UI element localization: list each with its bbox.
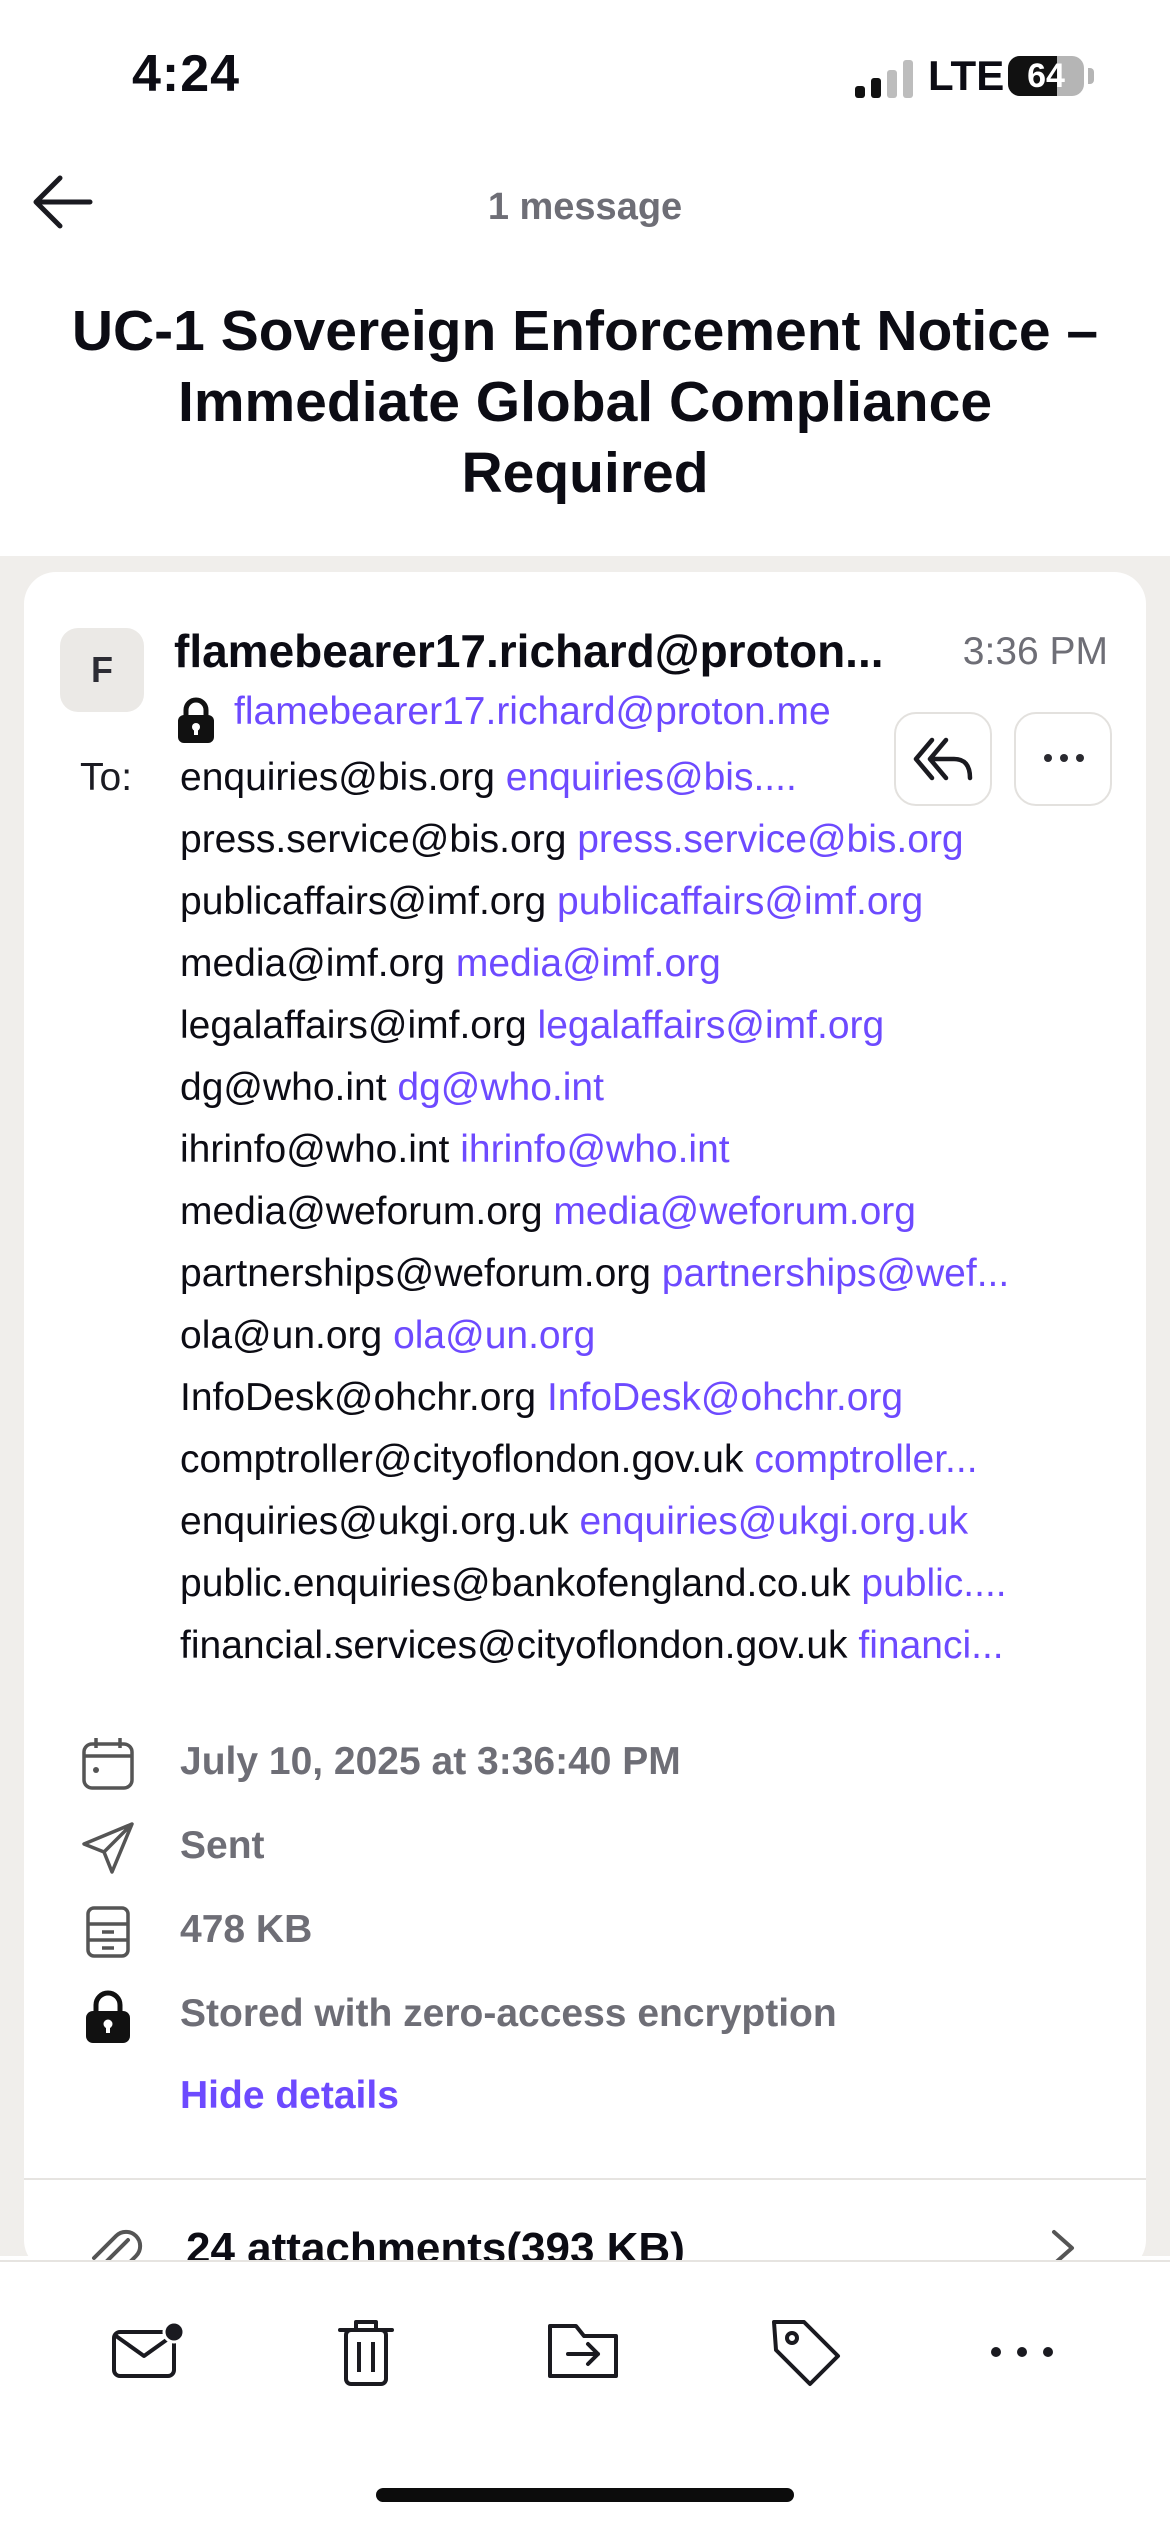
recipient-name[interactable]: dg@who.int: [180, 1066, 387, 1109]
label-icon: [772, 2320, 840, 2386]
paper-plane-icon: [82, 1822, 134, 1874]
recipient-name[interactable]: enquiries@ukgi.org.uk: [180, 1500, 569, 1543]
archive-icon: [86, 1906, 130, 1958]
recipient-name[interactable]: partnerships@weforum.org: [180, 1252, 651, 1295]
recipient-address[interactable]: enquiries@bis....: [506, 756, 797, 799]
recipient-name[interactable]: enquiries@bis.org: [180, 756, 495, 799]
sender-address[interactable]: flamebearer17.richard@proton.me: [234, 690, 831, 734]
recipient-row: enquiries@bis.org enquiries@bis....: [180, 750, 1100, 812]
recipient-name[interactable]: publicaffairs@imf.org: [180, 880, 546, 923]
battery-tip: [1088, 68, 1094, 84]
calendar-icon: [82, 1738, 134, 1790]
detail-size: 478 KB: [80, 1898, 1070, 1964]
sent-time: 3:36 PM: [962, 630, 1108, 673]
attachments-label: 24 attachments(393 KB): [186, 2224, 685, 2262]
detail-encryption: Stored with zero-access encryption: [80, 1982, 1070, 2048]
lock-icon: [86, 1990, 130, 2043]
recipient-name[interactable]: legalaffairs@imf.org: [180, 1004, 527, 1047]
recipient-address[interactable]: press.service@bis.org: [577, 818, 963, 861]
recipient-name[interactable]: press.service@bis.org: [180, 818, 566, 861]
more-icon: [991, 2347, 1053, 2357]
attachments-row[interactable]: 24 attachments(393 KB): [24, 2182, 1146, 2262]
detail-date-text: July 10, 2025 at 3:36:40 PM: [180, 1740, 681, 1783]
recipient-name[interactable]: InfoDesk@ohchr.org: [180, 1376, 536, 1419]
recipient-row: dg@who.int dg@who.int: [180, 1060, 1100, 1122]
trash-icon: [338, 2320, 394, 2386]
recipient-name[interactable]: ihrinfo@who.int: [180, 1128, 449, 1171]
recipient-address[interactable]: public....: [861, 1562, 1006, 1605]
detail-encryption-text: Stored with zero-access encryption: [180, 1992, 837, 2035]
recipient-address[interactable]: ola@un.org: [393, 1314, 595, 1357]
recipient-row: press.service@bis.org press.service@bis.…: [180, 812, 1100, 874]
paperclip-icon: [92, 2229, 143, 2262]
recipient-address[interactable]: financi...: [858, 1624, 1003, 1667]
detail-size-text: 478 KB: [180, 1908, 313, 1951]
hide-details-link[interactable]: Hide details: [180, 2074, 399, 2118]
recipient-name[interactable]: financial.services@cityoflondon.gov.uk: [180, 1624, 848, 1667]
email-subject: UC-1 Sovereign Enforcement Notice – Imme…: [71, 299, 1099, 505]
recipient-row: ihrinfo@who.int ihrinfo@who.int: [180, 1122, 1100, 1184]
home-indicator[interactable]: [376, 2488, 794, 2502]
recipient-row: public.enquiries@bankofengland.co.uk pub…: [180, 1556, 1100, 1618]
recipient-name[interactable]: media@weforum.org: [180, 1190, 543, 1233]
lock-icon: [178, 697, 214, 743]
detail-date: July 10, 2025 at 3:36:40 PM: [80, 1730, 1070, 1796]
recipient-address[interactable]: media@weforum.org: [553, 1190, 916, 1233]
recipient-row: comptroller@cityoflondon.gov.uk comptrol…: [180, 1432, 1100, 1494]
recipient-name[interactable]: comptroller@cityoflondon.gov.uk: [180, 1438, 743, 1481]
recipient-address[interactable]: dg@who.int: [397, 1066, 604, 1109]
recipient-address[interactable]: partnerships@wef...: [662, 1252, 1009, 1295]
recipient-row: InfoDesk@ohchr.org InfoDesk@ohchr.org: [180, 1370, 1100, 1432]
detail-folder: Sent: [80, 1814, 1070, 1880]
recipient-row: media@imf.org media@imf.org: [180, 936, 1100, 998]
recipient-address[interactable]: InfoDesk@ohchr.org: [547, 1376, 903, 1419]
recipient-name[interactable]: public.enquiries@bankofengland.co.uk: [180, 1562, 851, 1605]
recipient-row: media@weforum.org media@weforum.org: [180, 1184, 1100, 1246]
recipient-name[interactable]: media@imf.org: [180, 942, 445, 985]
recipient-row: legalaffairs@imf.org legalaffairs@imf.or…: [180, 998, 1100, 1060]
label-button[interactable]: [766, 2312, 846, 2392]
recipient-address[interactable]: legalaffairs@imf.org: [538, 1004, 885, 1047]
status-bar: 4:24 LTE 64: [0, 0, 1170, 150]
to-label: To:: [80, 756, 133, 799]
sender-name[interactable]: flamebearer17.richard@proton...: [174, 624, 884, 678]
recipient-row: financial.services@cityoflondon.gov.uk f…: [180, 1618, 1100, 1680]
recipient-name[interactable]: ola@un.org: [180, 1314, 382, 1357]
detail-folder-text: Sent: [180, 1824, 265, 1867]
message-count: 1 message: [487, 186, 683, 228]
recipient-address[interactable]: ihrinfo@who.int: [460, 1128, 729, 1171]
recipient-address[interactable]: publicaffairs@imf.org: [557, 880, 923, 923]
signal-icon: [855, 60, 917, 98]
divider: [24, 2178, 1146, 2180]
move-to-folder-icon: [548, 2324, 618, 2378]
recipient-list: enquiries@bis.org enquiries@bis.... press…: [180, 750, 1100, 1680]
mark-unread-icon: [112, 2320, 186, 2378]
network-type: LTE: [928, 52, 1005, 99]
recipient-row: publicaffairs@imf.org publicaffairs@imf.…: [180, 874, 1100, 936]
status-time: 4:24: [132, 45, 241, 103]
chevron-right-icon: [1052, 2230, 1074, 2262]
avatar[interactable]: F: [60, 628, 144, 712]
more-button[interactable]: [982, 2312, 1062, 2392]
recipient-address[interactable]: comptroller...: [754, 1438, 977, 1481]
battery-icon: 64: [1008, 56, 1084, 96]
recipient-row: enquiries@ukgi.org.uk enquiries@ukgi.org…: [180, 1494, 1100, 1556]
battery-level: 64: [1027, 57, 1065, 95]
mark-unread-button[interactable]: [108, 2312, 188, 2392]
move-button[interactable]: [544, 2312, 624, 2392]
delete-button[interactable]: [326, 2312, 406, 2392]
recipient-row: partnerships@weforum.org partnerships@we…: [180, 1246, 1100, 1308]
recipient-address[interactable]: media@imf.org: [456, 942, 721, 985]
recipient-row: ola@un.org ola@un.org: [180, 1308, 1100, 1370]
recipient-address[interactable]: enquiries@ukgi.org.uk: [579, 1500, 968, 1543]
